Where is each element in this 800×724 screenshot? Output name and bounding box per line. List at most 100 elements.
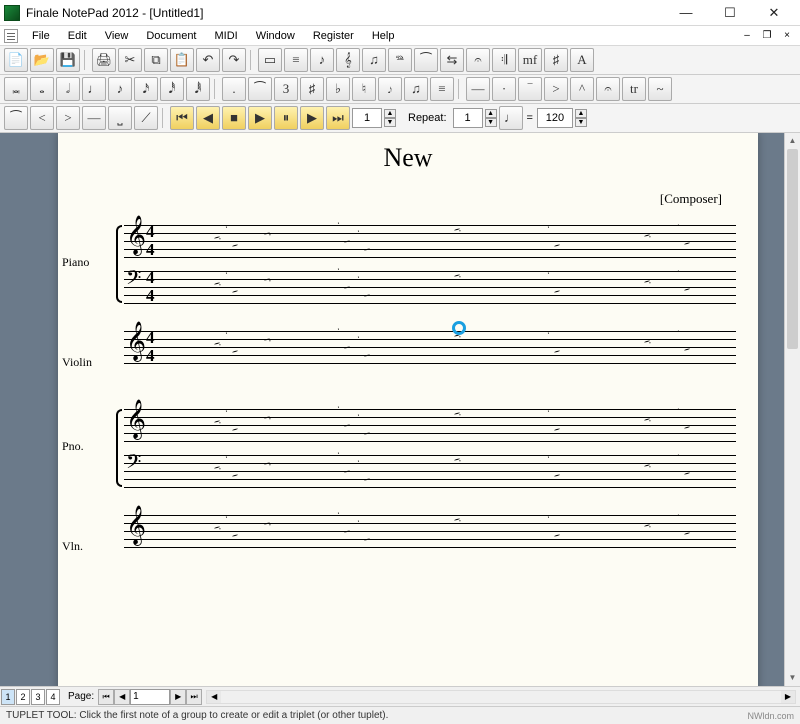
note[interactable] [232, 244, 238, 247]
tool-select-icon[interactable]: ▭ [258, 48, 282, 72]
repeat-select[interactable] [453, 108, 483, 128]
note[interactable] [454, 412, 460, 415]
note[interactable] [684, 242, 690, 245]
note-half-icon[interactable]: 𝅗𝅥 [56, 77, 80, 101]
rest[interactable] [594, 523, 602, 524]
rest[interactable] [594, 279, 602, 280]
note-double-whole-icon[interactable]: 𝅜 [4, 77, 28, 101]
tool-chord-icon[interactable]: 𝄐 [466, 48, 490, 72]
note[interactable] [264, 522, 270, 525]
tempo-note-icon[interactable]: ♩ [499, 106, 523, 130]
tool-page-icon[interactable]: ♯ [544, 48, 568, 72]
note[interactable] [232, 350, 238, 353]
menu-help[interactable]: Help [364, 28, 403, 44]
rest[interactable] [594, 417, 602, 418]
menu-midi[interactable]: MIDI [207, 28, 246, 44]
tempo-up-button[interactable]: ▲ [575, 109, 587, 118]
note-quarter-icon[interactable]: ♩ [82, 77, 106, 101]
tool-repeat-icon[interactable]: 𝄇 [492, 48, 516, 72]
note[interactable] [232, 534, 238, 537]
gliss-icon[interactable]: ⟋ [134, 106, 158, 130]
beam-icon[interactable]: ♫ [404, 77, 428, 101]
window-close-button[interactable]: ✕ [752, 1, 796, 25]
note[interactable] [232, 474, 238, 477]
tool-slur-icon[interactable]: ⁀ [414, 48, 438, 72]
page-tab-4[interactable]: 4 [46, 689, 60, 705]
rest[interactable] [284, 279, 292, 280]
page-prev-button[interactable]: ◀ [114, 689, 130, 705]
note[interactable] [554, 534, 560, 537]
accent-icon[interactable]: — [466, 77, 490, 101]
open-icon[interactable]: 📂 [30, 48, 54, 72]
measure-down-button[interactable]: ▼ [384, 118, 396, 127]
paste-icon[interactable]: 📋 [170, 48, 194, 72]
score-composer[interactable]: [Composer] [58, 191, 722, 207]
forward-icon[interactable]: ▶ [300, 106, 324, 130]
undo-icon[interactable]: ↶ [196, 48, 220, 72]
tool-dynamic-icon[interactable]: 𝆮 [388, 48, 412, 72]
tool-lyric-icon[interactable]: ♫ [362, 48, 386, 72]
note[interactable] [264, 232, 270, 235]
tenuto-icon[interactable]: ‾ [518, 77, 542, 101]
scroll-left-icon[interactable]: ◀ [207, 691, 221, 703]
rest[interactable] [594, 339, 602, 340]
scroll-thumb[interactable] [787, 149, 798, 349]
print-icon[interactable]: 🖨 [92, 48, 116, 72]
note[interactable] [264, 278, 270, 281]
staff-violin[interactable]: 𝄞 44 [98, 331, 736, 363]
note[interactable] [232, 428, 238, 431]
mdi-close-button[interactable]: × [778, 29, 796, 43]
page-next-button[interactable]: ▶ [170, 689, 186, 705]
doc-mdi-icon[interactable] [4, 29, 18, 43]
scroll-down-icon[interactable]: ▼ [785, 670, 800, 686]
rest[interactable] [404, 523, 412, 524]
note[interactable] [264, 416, 270, 419]
tuplet-icon[interactable]: 3 [274, 77, 298, 101]
staccato-icon[interactable]: · [492, 77, 516, 101]
note[interactable] [454, 274, 460, 277]
note[interactable] [554, 428, 560, 431]
measure-up-button[interactable]: ▲ [384, 109, 396, 118]
slur-icon[interactable]: ⁀ [4, 106, 28, 130]
tie-icon[interactable]: ⁀ [248, 77, 272, 101]
pause-icon[interactable]: ⏸ [274, 106, 298, 130]
note[interactable] [684, 288, 690, 291]
note[interactable] [644, 340, 650, 343]
score-title[interactable]: New [58, 143, 758, 173]
play-icon[interactable]: ▶ [248, 106, 272, 130]
menu-window[interactable]: Window [248, 28, 303, 44]
note[interactable] [554, 290, 560, 293]
tool-expression-icon[interactable]: ⇆ [440, 48, 464, 72]
line-icon[interactable]: — [82, 106, 106, 130]
note[interactable] [684, 348, 690, 351]
vertical-scrollbar[interactable]: ▲ ▼ [784, 133, 800, 686]
note[interactable] [214, 342, 220, 345]
menu-document[interactable]: Document [138, 28, 204, 44]
cut-icon[interactable]: ✂ [118, 48, 142, 72]
menu-view[interactable]: View [97, 28, 137, 44]
rewind-icon[interactable]: ⏮ [170, 106, 194, 130]
rest[interactable] [284, 233, 292, 234]
copy-icon[interactable]: ⧉ [144, 48, 168, 72]
note-32nd-icon[interactable]: 𝅘𝅥𝅰 [160, 77, 184, 101]
note[interactable] [554, 244, 560, 247]
repeat-up-button[interactable]: ▲ [485, 109, 497, 118]
new-doc-icon[interactable]: 📄 [4, 48, 28, 72]
trill-icon[interactable]: 𝄐 [596, 77, 620, 101]
tremolo-icon[interactable]: ≡ [430, 77, 454, 101]
scroll-right-icon[interactable]: ▶ [781, 691, 795, 703]
note-whole-icon[interactable]: 𝅝 [30, 77, 54, 101]
rest[interactable] [404, 339, 412, 340]
decresc-icon[interactable]: > [56, 106, 80, 130]
note[interactable] [214, 526, 220, 529]
redo-icon[interactable]: ↷ [222, 48, 246, 72]
tool-entry-icon[interactable]: ♪ [310, 48, 334, 72]
note[interactable] [644, 280, 650, 283]
cresc-icon[interactable]: < [30, 106, 54, 130]
measure-input[interactable] [352, 108, 382, 128]
note[interactable] [454, 518, 460, 521]
tempo-down-button[interactable]: ▼ [575, 118, 587, 127]
menu-file[interactable]: File [24, 28, 58, 44]
tempo-input[interactable] [537, 108, 573, 128]
page-number-input[interactable] [130, 689, 170, 705]
